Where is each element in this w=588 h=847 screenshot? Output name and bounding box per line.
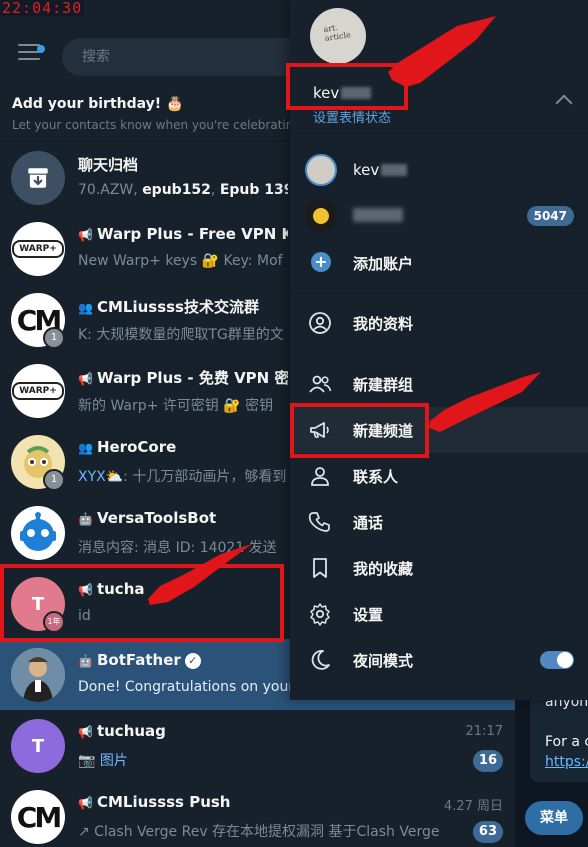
menu-new-group[interactable]: 新建群组 [290,361,588,407]
menu-calls[interactable]: 通话 [290,499,588,545]
group-icon: 👥 [78,441,93,455]
menu-label: 设置 [353,606,384,624]
menu-my-profile[interactable]: 我的资料 [290,300,588,346]
bubble-line: For a c [545,734,588,750]
channel-icon: 📢 [78,372,93,386]
message-bubble: anyon For a c https:/ [530,686,588,782]
account-row[interactable]: 5047 [290,193,588,239]
bot-icon: 🤖 [78,512,93,526]
redacted-mark [381,164,408,176]
highlight-box [286,63,408,110]
avatar: WARP+ [11,364,65,418]
chat-name: 聊天归档 [78,156,139,174]
night-mode-toggle[interactable] [540,651,574,669]
chat-preview: XYX⛅: 十几万部动画片，够看到 [78,469,287,485]
avatar [11,506,65,560]
menu-label: 我的资料 [353,315,414,333]
contact-icon [311,467,329,486]
phone-icon [308,512,330,532]
chat-time: 4.27 周日 [443,799,503,814]
channel-icon: 📢 [78,725,93,739]
divider [290,293,588,294]
chat-row[interactable]: T 📢 tuchuag 📷 图片 21:17 16 [0,710,515,781]
menu-settings[interactable]: 设置 [290,591,588,637]
menu-label: 新建群组 [353,376,414,394]
bot-icon: 🤖 [78,654,93,668]
chat-preview: 新的 Warp+ 许可密钥 🔐 密钥 [78,398,274,414]
menu-label: 联系人 [353,468,399,486]
menu-label: 夜间模式 [353,652,414,670]
account-avatar [305,154,337,186]
avatar [11,648,65,702]
unread-count: 16 [472,750,503,772]
chat-name: 📢 tuchuag [78,722,166,740]
verified-icon: ✓ [184,653,201,669]
highlight-box [0,564,284,642]
gear-icon [310,603,330,626]
birthday-subtitle: Let your contacts know when you're celeb… [12,118,301,132]
menu-contacts[interactable]: 联系人 [290,453,588,499]
add-account-button[interactable]: + 添加账户 [290,239,588,285]
account-row[interactable]: kev [290,147,588,193]
chat-name: 👥 HeroCore [78,438,177,456]
chevron-up-icon[interactable] [555,94,573,112]
chat-name: 📢Warp Plus - Free VPN Keys [78,225,288,243]
profile-icon [309,312,331,334]
avatar-note: art. article [322,23,352,43]
chat-name: 🤖 BotFather ✓ [78,651,288,669]
chat-preview: 📷 图片 [78,753,128,769]
clock-readout: 22:04:30 [0,0,85,17]
birthday-title: Add your birthday! 🎂 [12,96,184,112]
avatar: T [11,719,65,773]
chat-preview: 消息内容: 消息 ID: 14021 发送 [78,540,277,556]
menu-night-mode[interactable]: 夜间模式 [290,637,588,683]
chat-name: 📢 CMLiussss Push [78,793,231,811]
redacted-mark [353,208,403,222]
member-badge: 1 [43,327,65,349]
unread-count: 5047 [526,206,574,226]
chat-preview: 70.AZW, epub152, Epub 139, [78,182,288,198]
archive-icon [11,151,65,205]
chat-row[interactable]: CM 📢 CMLiussss Push ↗ Clash Verge Rev 存在本… [0,781,515,847]
add-account-label: 添加账户 [353,255,414,273]
bookmark-icon [313,558,327,578]
chat-preview: New Warp+ keys 🔐 Key: Mof [78,253,283,269]
highlight-box [290,403,429,458]
group-icon [309,375,332,393]
notification-dot [37,45,45,53]
menu-label: 通话 [353,514,384,532]
bubble-link[interactable]: https:/ [545,754,588,770]
bot-menu-button[interactable]: 菜单 [525,801,583,835]
chat-name: 📢 Warp Plus - 免费 VPN 密钥 [78,369,288,387]
chat-preview: K: 大规模数量的爬取TG群里的文 [78,327,284,343]
chat-preview: Done! Congratulations on your [78,679,292,695]
profile-avatar[interactable]: art. article [310,8,366,64]
menu-saved-messages[interactable]: 我的收藏 [290,545,588,591]
channel-icon: 📢 [78,796,93,810]
moon-icon [311,650,330,670]
divider [290,133,588,134]
chat-preview: ↗ Clash Verge Rev 存在本地提权漏洞 基于Clash Verge [78,824,440,840]
account-name: kev [353,161,408,179]
member-badge: 1 [43,469,65,491]
chat-name: 👥 CMLiussss技术交流群 [78,298,259,316]
avatar: WARP+ [11,222,65,276]
channel-icon: 📢 [78,228,93,242]
menu-label: 我的收藏 [353,560,414,578]
unread-count: 63 [472,821,503,843]
chat-name: 🤖 VersaToolsBot [78,509,217,527]
group-icon: 👥 [78,301,93,315]
account-avatar [305,200,337,232]
plus-icon: + [311,252,331,272]
chat-time: 21:17 [465,724,503,739]
avatar: CM [11,790,65,844]
